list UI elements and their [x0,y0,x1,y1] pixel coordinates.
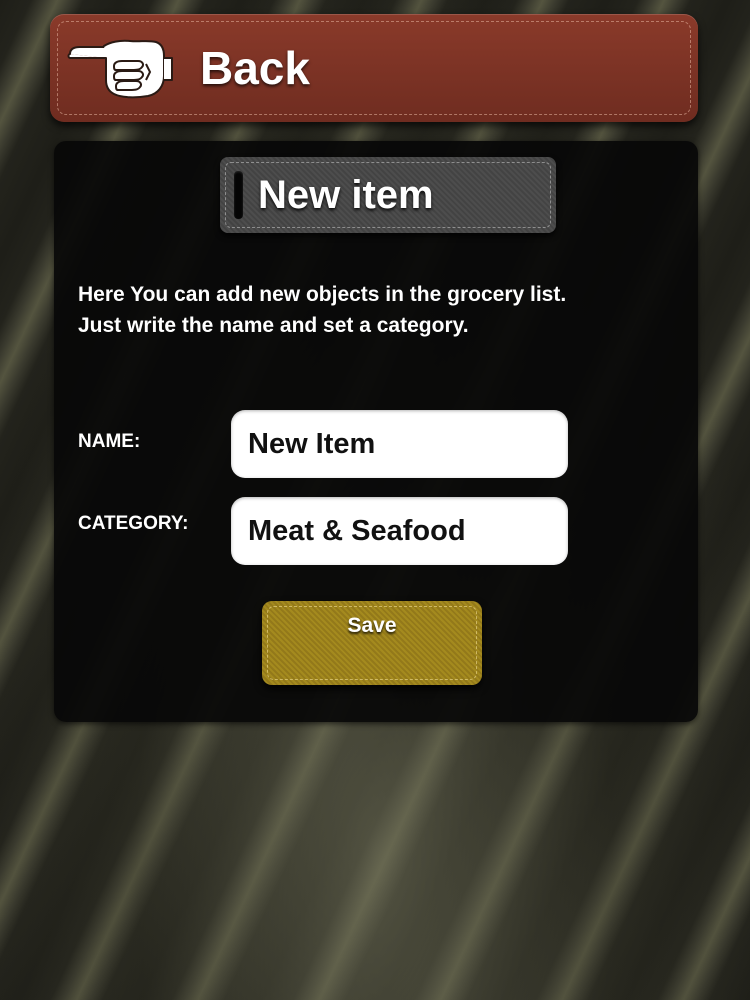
new-item-panel: New item Here You can add new objects in… [54,141,698,722]
tag-hole-decoration [234,171,243,219]
page-title: New item [258,173,434,217]
back-label: Back [200,42,310,94]
category-field[interactable] [231,497,568,565]
back-button[interactable]: Back [50,14,698,122]
description: Here You can add new objects in the groc… [78,279,678,341]
save-button[interactable]: Save [262,601,482,685]
name-label: NAME: [78,431,141,452]
description-line: Just write the name and set a category. [78,314,469,337]
title-tag: New item [220,157,556,233]
category-label: CATEGORY: [78,513,189,534]
save-label: Save [347,614,397,637]
name-field[interactable] [231,410,568,478]
pointing-hand-icon [67,39,173,99]
description-line: Here You can add new objects in the groc… [78,283,567,306]
